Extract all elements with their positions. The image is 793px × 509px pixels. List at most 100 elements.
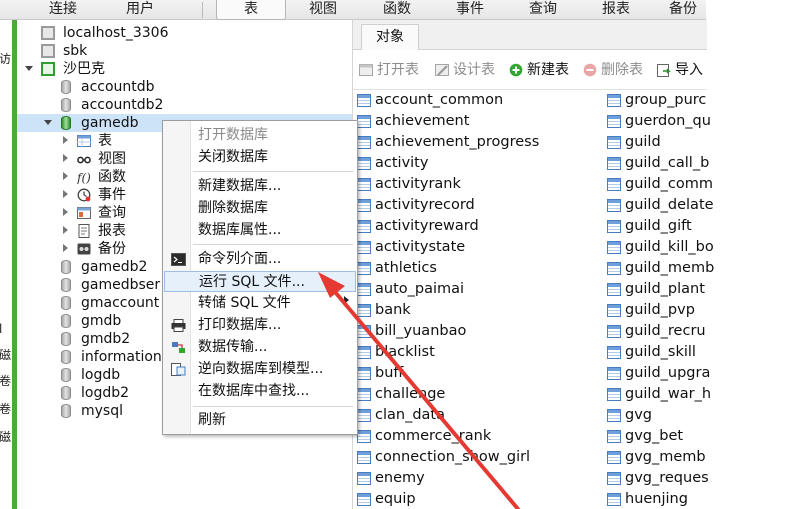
tree-server-shabake[interactable]: 沙巴克 (17, 60, 352, 78)
database-icon (61, 98, 71, 112)
tree-label: sbk (63, 43, 88, 59)
toolbar-table[interactable]: 表 (216, 0, 286, 20)
tree-db-gmdb[interactable]: gmdb (17, 312, 167, 330)
database-icon (61, 368, 71, 382)
tree-db-accountdb[interactable]: accountdb (17, 78, 352, 96)
tree-db-gamedb2[interactable]: gamedb2 (17, 258, 167, 276)
tree-folder-functions[interactable]: f() 函数 (17, 168, 167, 186)
tree-folder-views[interactable]: 视图 (17, 150, 167, 168)
table-icon (357, 325, 371, 338)
tree-db-mysql[interactable]: mysql (17, 402, 167, 420)
menu-new-database[interactable]: 新建数据库... (164, 176, 356, 197)
server-icon (41, 26, 55, 40)
object-pane: 对象 打开表 设计表 新建表 删除表 导入 account_common achi… (352, 20, 714, 509)
menu-find-in-database[interactable]: 在数据库中查找... (164, 381, 356, 402)
table-icon (357, 451, 371, 464)
menu-reverse-to-model[interactable]: 逆向数据库到模型... (164, 359, 356, 380)
collapse-icon[interactable] (63, 172, 68, 180)
tree-db-gmaccount[interactable]: gmaccount (17, 294, 167, 312)
tab-objects[interactable]: 对象 (361, 24, 419, 50)
tree-folder-tables[interactable]: 表 (17, 132, 167, 150)
table-icon (357, 262, 371, 275)
toolbar-query[interactable]: 查询 (515, 0, 571, 20)
menu-data-transfer[interactable]: 数据传输... (164, 337, 356, 358)
edge-char: 磁 (0, 430, 12, 444)
tree-folder-events[interactable]: 事件 (17, 186, 167, 204)
tree-label: 函数 (98, 169, 126, 185)
table-name: group_purc (625, 92, 707, 108)
menu-separator (193, 171, 353, 172)
collapse-icon[interactable] (63, 244, 68, 252)
database-context-menu: 打开数据库 关闭数据库 新建数据库... 删除数据库 数据库属性... 命令列介… (162, 120, 358, 435)
table-name: activityrank (375, 176, 461, 192)
table-icon (357, 430, 371, 443)
toolbar-event[interactable]: 事件 (442, 0, 498, 20)
menu-open-database[interactable]: 打开数据库 (164, 125, 356, 146)
menu-print-database[interactable]: 打印数据库... (164, 315, 356, 336)
tree-db-logdb[interactable]: logdb (17, 366, 167, 384)
toolbar-view[interactable]: 视图 (296, 0, 350, 20)
tree-folder-backups[interactable]: 备份 (17, 240, 167, 258)
toolbar-user[interactable]: 用户 (112, 0, 168, 20)
tree-folder-reports[interactable]: 报表 (17, 222, 167, 240)
table-icon (357, 136, 371, 149)
expand-icon[interactable] (44, 120, 52, 125)
database-open-icon (61, 116, 71, 130)
left-edge-strip: 访 l 磁 卷 卷 磁 (0, 0, 12, 509)
edge-char: 磁 (0, 348, 12, 362)
collapse-icon[interactable] (63, 154, 68, 162)
tree-label: 备份 (98, 241, 126, 257)
tree-db-logdb2[interactable]: logdb2 (17, 384, 167, 402)
design-table-icon (435, 64, 449, 76)
menu-database-properties[interactable]: 数据库属性... (164, 220, 356, 241)
expand-icon[interactable] (25, 66, 33, 71)
table-icon (607, 157, 621, 170)
table-name: account_common (375, 92, 504, 108)
tree-db-gamedbser[interactable]: gamedbser (17, 276, 167, 294)
printer-icon (171, 319, 186, 332)
table-name: blacklist (375, 344, 435, 360)
table-icon (607, 283, 621, 296)
collapse-icon[interactable] (63, 190, 68, 198)
collapse-icon[interactable] (63, 136, 68, 144)
toolbar-backup[interactable]: 备份 (660, 0, 706, 20)
collapse-icon[interactable] (63, 226, 68, 234)
tree-server-sbk[interactable]: sbk (17, 42, 352, 60)
table-icon (357, 409, 371, 422)
tree-server-localhost[interactable]: localhost_3306 (17, 24, 352, 42)
database-icon (61, 314, 71, 328)
query-icon (77, 207, 91, 219)
collapse-icon[interactable] (63, 208, 68, 216)
console-icon (171, 253, 186, 266)
report-icon (78, 224, 90, 238)
table-name: achievement (375, 113, 470, 129)
table-name: activityrecord (375, 197, 475, 213)
table-icon (607, 430, 621, 443)
table-name: guild (625, 134, 661, 150)
tree-db-accountdb2[interactable]: accountdb2 (17, 96, 352, 114)
table-icon (357, 115, 371, 128)
table-name: equip (375, 491, 416, 507)
tree-db-information[interactable]: information (17, 348, 167, 366)
menu-dump-sql-file[interactable]: 转储 SQL 文件 (164, 293, 356, 314)
function-icon: f() (77, 171, 91, 184)
menu-delete-database[interactable]: 删除数据库 (164, 198, 356, 219)
model-icon (171, 363, 186, 376)
toolbar-connect[interactable]: 连接 (38, 0, 88, 20)
toolbar-function[interactable]: 函数 (370, 0, 424, 20)
table-icon (607, 367, 621, 380)
tree-folder-queries[interactable]: 查询 (17, 204, 167, 222)
menu-close-database[interactable]: 关闭数据库 (164, 147, 356, 168)
table-icon (607, 262, 621, 275)
menu-console[interactable]: 命令列介面... (164, 249, 356, 270)
menu-refresh[interactable]: 刷新 (164, 410, 356, 431)
table-name: guild_recru (625, 323, 706, 339)
table-name: guild_call_b (625, 155, 710, 171)
menu-run-sql-file[interactable]: 运行 SQL 文件... (164, 271, 356, 292)
tree-label: gamedb (81, 115, 139, 131)
table-name: buff (375, 365, 404, 381)
table-name: activitystate (375, 239, 466, 255)
table-icon (357, 367, 371, 380)
tree-db-gmdb2[interactable]: gmdb2 (17, 330, 167, 348)
toolbar-report[interactable]: 报表 (588, 0, 644, 20)
